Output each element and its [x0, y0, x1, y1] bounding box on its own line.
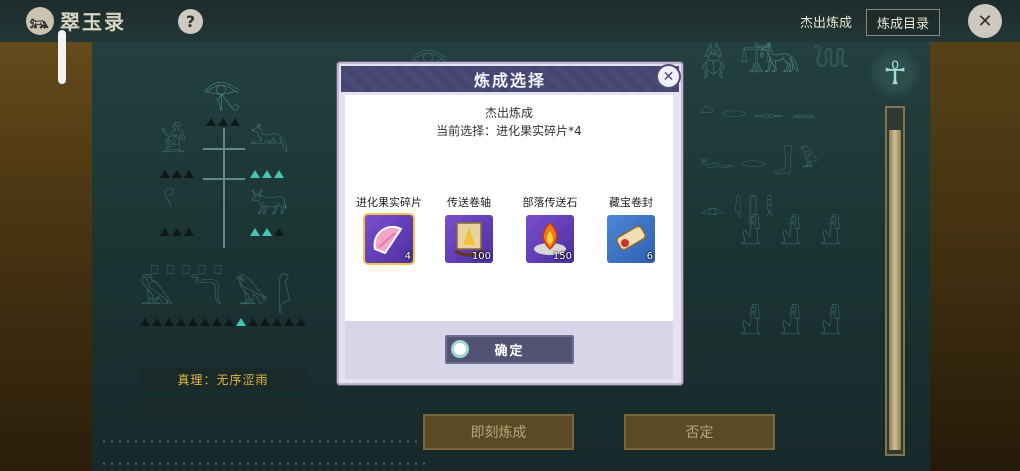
tree-branch — [203, 178, 245, 180]
figure-glyph-icon: 𓀭 — [820, 307, 842, 342]
item-count: 4 — [404, 251, 411, 262]
glyph-icon: 𓆣 — [700, 45, 727, 80]
item-count: 100 — [471, 251, 491, 262]
tree-trunk — [223, 128, 225, 248]
item-name: 传送卷轴 — [447, 196, 491, 209]
figures-glyph-icon: 𓀀 — [160, 125, 187, 160]
app-title: 翠玉录 — [60, 10, 126, 34]
figure-glyph-icon: 𓀭 — [740, 217, 762, 252]
truth-bar — [140, 397, 306, 417]
eye-glyph-icon: 𓂀 — [203, 77, 241, 112]
triangle-row — [160, 170, 194, 178]
triangle-row — [250, 170, 284, 178]
figure-glyph-icon: 𓀭 — [820, 217, 842, 252]
tribe-teleport-stone-icon[interactable]: 150 — [526, 215, 574, 263]
bird-glyph-icon: 𓅃 — [235, 277, 269, 312]
glyph-row-icon: 𓏏 𓂋 𓊃 𓈖 — [700, 98, 817, 123]
treasure-scroll-icon[interactable]: 6 — [607, 215, 655, 263]
figure-glyph-icon: 𓀭 — [780, 217, 802, 252]
deny-button[interactable]: 否定 — [624, 414, 775, 450]
scrollbar-thumb[interactable] — [889, 130, 901, 450]
item-count: 6 — [646, 251, 653, 262]
triangle-row — [206, 118, 240, 126]
item-treasure-scroll[interactable]: 藏宝卷封 6 — [594, 194, 668, 263]
item-tribe-teleport-stone[interactable]: 部落传送石 150 — [513, 194, 587, 263]
glyph-row-icon: 𓆑 𓂋 𓃀 𓅱 — [700, 148, 819, 173]
dotted-line — [100, 462, 430, 465]
scrollbar-left[interactable] — [58, 30, 66, 84]
item-name: 进化果实碎片 — [356, 196, 422, 209]
catalog-button[interactable]: 炼成目录 — [866, 9, 941, 36]
dotted-line — [100, 440, 430, 443]
ring-glyph-icon: 𓍢 — [163, 185, 176, 220]
outstanding-link[interactable]: 杰出炼成 — [800, 12, 852, 31]
tree-branch — [203, 148, 245, 150]
teleport-scroll-icon[interactable]: 100 — [445, 215, 493, 263]
close-icon[interactable]: ✕ — [968, 4, 1002, 38]
feather-glyph-icon: 𓆄 — [278, 277, 292, 312]
glyph-row-icon: 𓁹 𓇋 𓋴 𓎛 — [700, 198, 775, 223]
figure-glyph-icon: 𓀭 — [780, 307, 802, 342]
help-button[interactable]: ? — [178, 9, 203, 34]
item-count: 150 — [552, 251, 572, 262]
glyph-icon: 𓃥 — [760, 45, 800, 80]
bird-glyph-icon: 𓅓 — [140, 277, 174, 312]
triangle-row — [250, 228, 284, 236]
figure-glyph-icon: 𓀭 — [740, 307, 762, 342]
item-fruit-shard[interactable]: 进化果实碎片 4 — [352, 194, 426, 263]
sphinx-icon: 𓃬 — [26, 6, 54, 35]
bull-glyph-icon: 𓃒 — [250, 187, 288, 222]
app-logo: 𓃬 翠玉录 — [26, 6, 126, 35]
triangle-row — [140, 318, 306, 326]
glyph-icon: 𓆙 — [812, 45, 851, 80]
current-selection: 当前选择：进化果实碎片*4 — [436, 124, 582, 138]
item-name: 藏宝卷封 — [609, 196, 653, 209]
modal-subtitle: 杰出炼成 — [484, 106, 533, 120]
item-teleport-scroll[interactable]: 传送卷轴 100 — [432, 194, 506, 263]
truth-label: 真理：无序涩雨 — [140, 368, 306, 390]
glyph-row-icon: 𓊪 𓊪 𓊪 𓊪 𓊪 — [150, 254, 223, 279]
modal-close-icon[interactable]: ✕ — [656, 64, 681, 89]
confirm-indicator-icon — [451, 340, 469, 358]
jackal-glyph-icon: 𓃢 — [250, 125, 289, 160]
ankh-icon: ☥ — [868, 46, 922, 100]
item-name: 部落传送石 — [522, 196, 578, 209]
fruit-shard-icon[interactable]: 4 — [365, 215, 413, 263]
engrave-button[interactable]: 即刻炼成 — [423, 414, 574, 450]
triangle-row — [160, 228, 194, 236]
snake-glyph-icon: 𓆓 — [190, 277, 223, 312]
modal-title: 炼成选择 — [341, 66, 679, 92]
